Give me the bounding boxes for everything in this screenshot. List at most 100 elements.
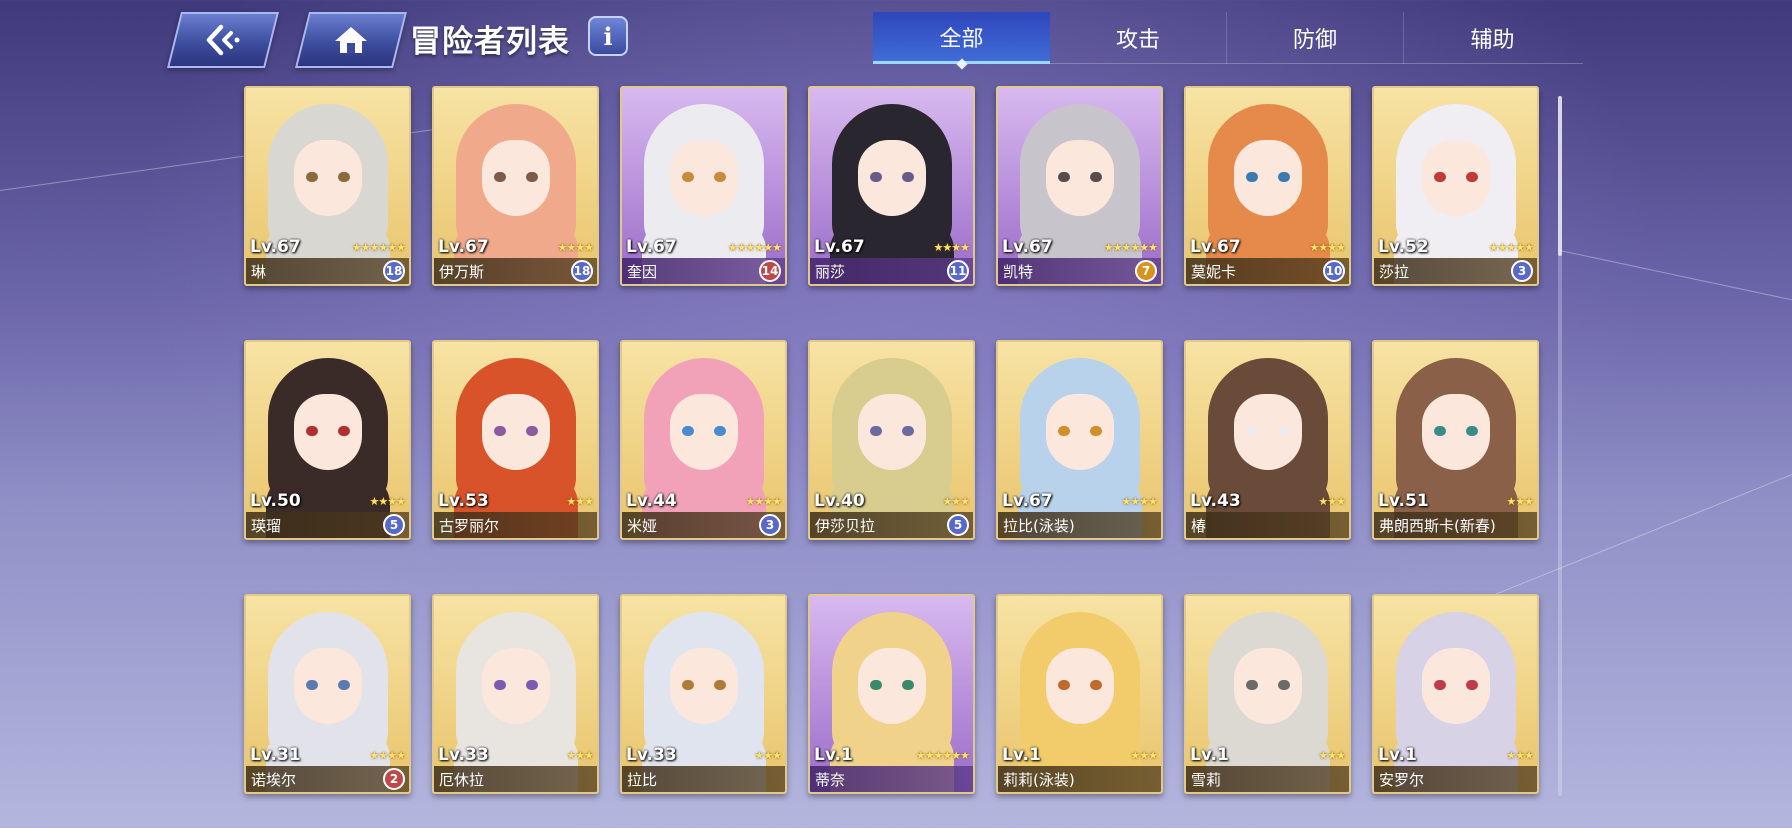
tab-all[interactable]: 全部 [873, 12, 1050, 64]
character-card[interactable]: Lv.67 ★★★★★★ 奎因 14 [620, 86, 787, 286]
adventurer-grid: Lv.67 ★★★★★★ 琳 18 Lv.67 ★★★★ 伊万斯 18 Lv.67 ★★★★★★ 奎… [244, 86, 1540, 798]
level-row: Lv.33 ★★★ [622, 744, 785, 766]
rank-badge: 10 [1323, 260, 1345, 282]
character-level: Lv.1 [1002, 745, 1041, 765]
name-bar: 诺埃尔 2 [246, 766, 409, 792]
back-arrow-icon [203, 23, 243, 57]
character-card[interactable]: Lv.51 ★★★ 弗朗西斯卡(新春) [1372, 340, 1539, 540]
back-button[interactable] [167, 12, 279, 68]
star-rating: ★★★★ [933, 240, 970, 254]
character-card[interactable]: Lv.44 ★★★★ 米娅 3 [620, 340, 787, 540]
star-rating: ★★★★★★ [915, 748, 970, 762]
character-level: Lv.67 [1190, 237, 1241, 257]
star-rating: ★★★★★★ [1103, 240, 1158, 254]
name-bar: 莎拉 3 [1374, 258, 1537, 284]
character-card[interactable]: Lv.31 ★★★★ 诺埃尔 2 [244, 594, 411, 794]
tab-attack[interactable]: 攻击 [1050, 12, 1227, 64]
character-name: 拉比 [627, 770, 658, 789]
character-name: 丽莎 [815, 262, 846, 281]
portrait-eye [338, 426, 350, 436]
tab-defense[interactable]: 防御 [1227, 12, 1404, 64]
rank-badge: 5 [383, 514, 405, 536]
portrait-face [1234, 394, 1302, 470]
portrait-eye [1246, 426, 1258, 436]
portrait-eye [338, 680, 350, 690]
portrait-face [294, 648, 362, 724]
name-bar: 椿 [1186, 512, 1349, 538]
character-card[interactable]: Lv.43 ★★★ 椿 [1184, 340, 1351, 540]
portrait-eye [494, 426, 506, 436]
character-name: 蒂奈 [815, 770, 846, 789]
character-name: 诺埃尔 [251, 770, 297, 789]
name-bar: 伊万斯 18 [434, 258, 597, 284]
star-rating: ★★★★ [369, 748, 406, 762]
page-title: 冒险者列表 [410, 23, 570, 60]
scrollbar[interactable] [1558, 96, 1562, 796]
category-tabs: 全部 攻击 防御 辅助 [873, 12, 1583, 64]
tab-support[interactable]: 辅助 [1404, 12, 1581, 64]
character-card[interactable]: Lv.67 ★★★★ 拉比(泳装) [996, 340, 1163, 540]
character-card[interactable]: Lv.1 ★★★★★★ 蒂奈 [808, 594, 975, 794]
star-rating: ★★★★★★ [351, 240, 406, 254]
character-name: 莉莉(泳装) [1003, 770, 1075, 789]
level-row: Lv.67 ★★★★ [1186, 236, 1349, 258]
home-button[interactable] [295, 12, 407, 68]
name-bar: 伊莎贝拉 5 [810, 512, 973, 538]
portrait-eye [306, 426, 318, 436]
portrait-eye [1058, 426, 1070, 436]
name-bar: 弗朗西斯卡(新春) [1374, 512, 1537, 538]
character-card[interactable]: Lv.1 ★★★ 雪莉 [1184, 594, 1351, 794]
character-card[interactable]: Lv.53 ★★★ 古罗丽尔 [432, 340, 599, 540]
character-level: Lv.1 [814, 745, 853, 765]
character-card[interactable]: Lv.67 ★★★★★★ 凯特 7 [996, 86, 1163, 286]
star-rating: ★★★ [1130, 748, 1158, 762]
character-card[interactable]: Lv.40 ★★★ 伊莎贝拉 5 [808, 340, 975, 540]
character-card[interactable]: Lv.67 ★★★★ 莫妮卡 10 [1184, 86, 1351, 286]
character-name: 琳 [251, 262, 267, 281]
portrait-eye [1434, 426, 1446, 436]
star-rating: ★★★ [1318, 494, 1346, 508]
info-button[interactable]: i [588, 16, 628, 56]
character-level: Lv.52 [1378, 237, 1429, 257]
character-card[interactable]: Lv.67 ★★★★ 伊万斯 18 [432, 86, 599, 286]
star-rating: ★★★★ [557, 240, 594, 254]
character-card[interactable]: Lv.33 ★★★ 拉比 [620, 594, 787, 794]
character-card[interactable]: Lv.1 ★★★ 安罗尔 [1372, 594, 1539, 794]
portrait-eye [1090, 680, 1102, 690]
rank-badge: 2 [383, 768, 405, 790]
level-row: Lv.67 ★★★★★★ [998, 236, 1161, 258]
level-row: Lv.33 ★★★ [434, 744, 597, 766]
character-card[interactable]: Lv.67 ★★★★★★ 琳 18 [244, 86, 411, 286]
portrait-face [1046, 648, 1114, 724]
rank-badge: 11 [947, 260, 969, 282]
character-card[interactable]: Lv.1 ★★★ 莉莉(泳装) [996, 594, 1163, 794]
character-level: Lv.67 [1002, 491, 1053, 511]
star-rating: ★★★ [566, 494, 594, 508]
rank-badge: 18 [571, 260, 593, 282]
character-card[interactable]: Lv.52 ★★★★★ 莎拉 3 [1372, 86, 1539, 286]
scrollbar-thumb[interactable] [1558, 96, 1562, 256]
character-level: Lv.1 [1190, 745, 1229, 765]
portrait-eye [1246, 680, 1258, 690]
portrait-eye [1278, 172, 1290, 182]
portrait-eye [1466, 172, 1478, 182]
portrait-eye [526, 680, 538, 690]
portrait-face [1422, 140, 1490, 216]
portrait-eye [902, 680, 914, 690]
character-name: 伊万斯 [439, 262, 485, 281]
character-level: Lv.44 [626, 491, 677, 511]
rank-badge: 3 [759, 514, 781, 536]
character-name: 莎拉 [1379, 262, 1410, 281]
level-row: Lv.52 ★★★★★ [1374, 236, 1537, 258]
character-card[interactable]: Lv.50 ★★★★ 瑛瑠 5 [244, 340, 411, 540]
portrait-eye [714, 680, 726, 690]
character-level: Lv.67 [626, 237, 677, 257]
character-card[interactable]: Lv.67 ★★★★ 丽莎 11 [808, 86, 975, 286]
name-bar: 瑛瑠 5 [246, 512, 409, 538]
name-bar: 莫妮卡 10 [1186, 258, 1349, 284]
character-name: 伊莎贝拉 [815, 516, 876, 535]
character-card[interactable]: Lv.33 ★★★ 厄休拉 [432, 594, 599, 794]
star-rating: ★★★★ [369, 494, 406, 508]
portrait-eye [870, 172, 882, 182]
character-level: Lv.51 [1378, 491, 1429, 511]
